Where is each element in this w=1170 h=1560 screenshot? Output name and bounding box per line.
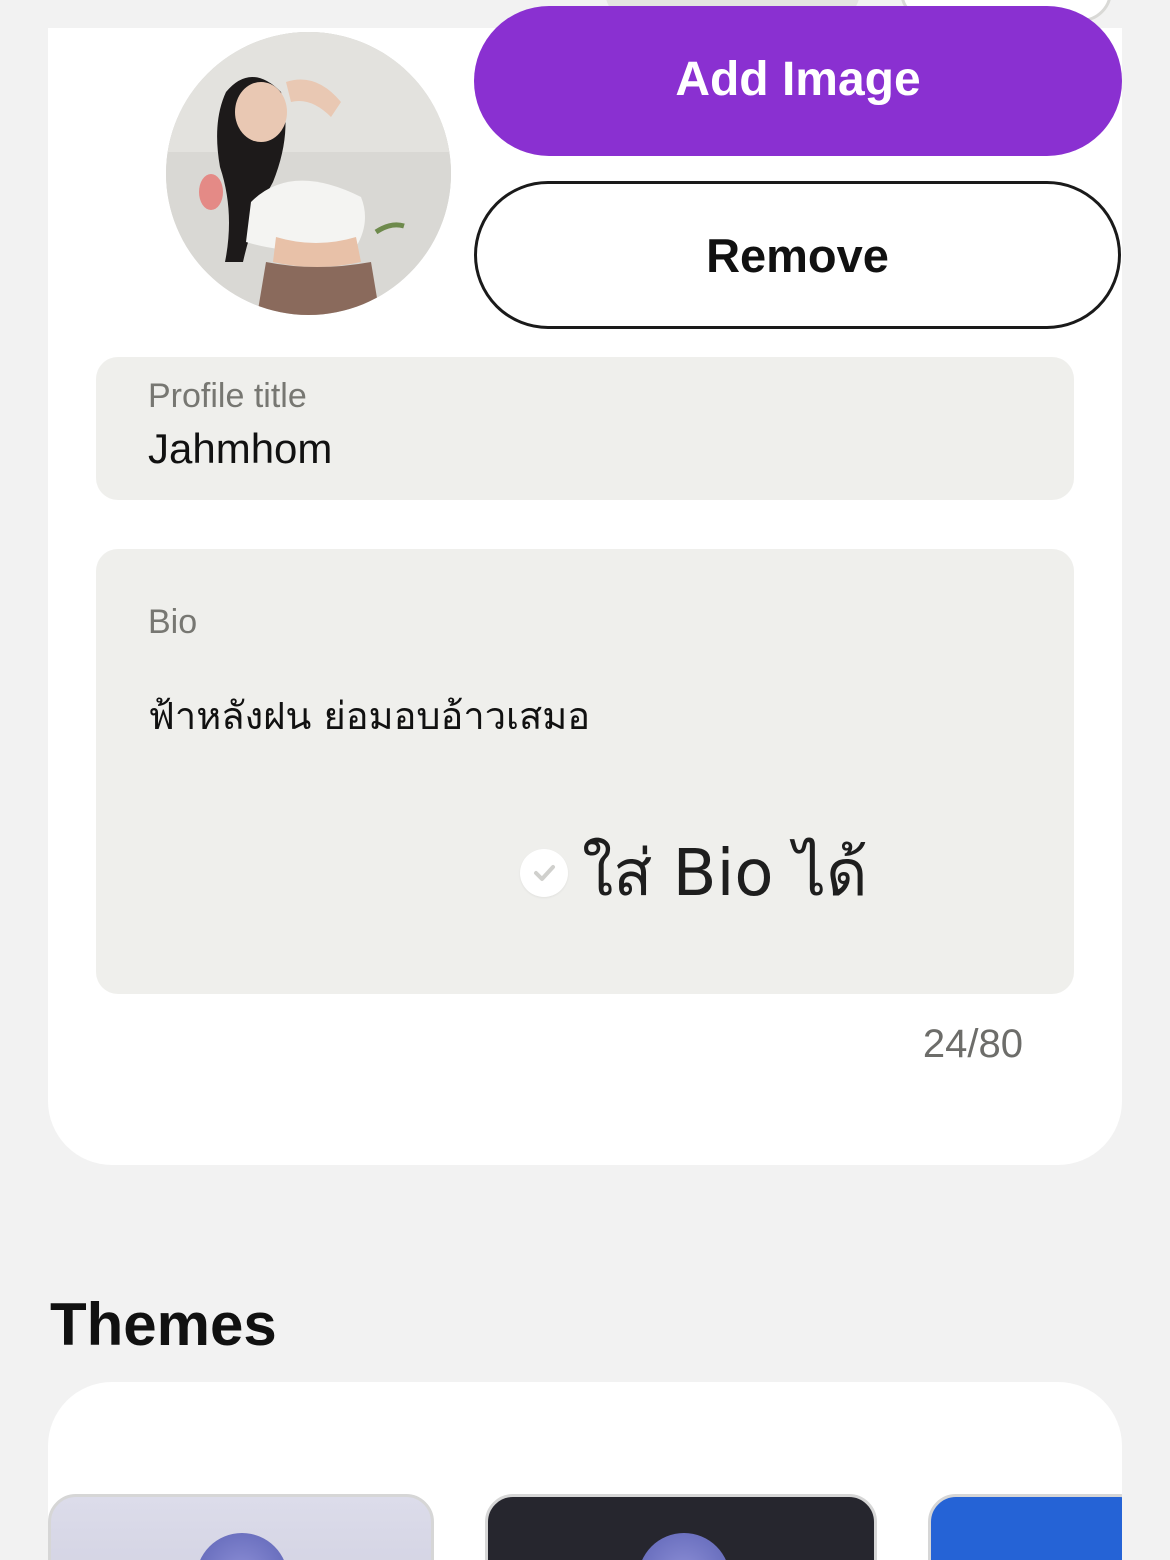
theme-option-light[interactable] [48, 1494, 434, 1560]
add-image-label: Add Image [675, 52, 921, 106]
theme-option-dark[interactable] [485, 1494, 877, 1560]
profile-title-label: Profile title [148, 377, 307, 415]
bio-value[interactable]: ฟ้าหลังฝน ย่อมอบอ้าวเสมอ [148, 685, 590, 746]
themes-card [48, 1382, 1122, 1560]
avatar[interactable] [166, 32, 451, 315]
avatar-photo [166, 32, 451, 315]
theme-option-blue[interactable] [928, 1494, 1122, 1560]
bio-character-counter: 24/80 [922, 1022, 1023, 1066]
profile-title-value[interactable]: Jahmhom [148, 425, 332, 473]
themes-heading: Themes [50, 1291, 277, 1358]
add-image-button[interactable]: Add Image [474, 6, 1122, 156]
bio-field[interactable]: Bio ฟ้าหลังฝน ย่อมอบอ้าวเสมอ [96, 549, 1074, 994]
check-circle-icon [520, 849, 568, 897]
bio-sticker-text: ใส่ Bio ได้ [582, 837, 868, 911]
bio-label: Bio [148, 603, 198, 641]
bio-overlay-sticker: ใส่ Bio ได้ [520, 822, 868, 924]
remove-image-button[interactable]: Remove [474, 181, 1121, 329]
profile-title-field[interactable]: Profile title Jahmhom [96, 357, 1074, 500]
remove-label: Remove [706, 228, 889, 282]
theme-preview-avatar [196, 1533, 288, 1560]
theme-preview-avatar [638, 1533, 730, 1560]
